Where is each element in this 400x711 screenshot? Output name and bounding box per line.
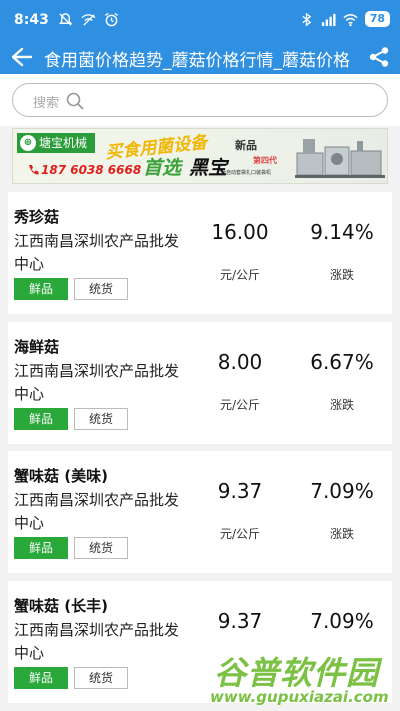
change-label: 涨跌 [329,527,354,541]
banner-new-product: 新品 [235,139,257,152]
status-time: 8:43 [14,12,49,28]
grade-tag: 统货 [74,278,128,300]
market-name: 江西南昌深圳农产品批发中心 [14,362,180,403]
status-right-icons: 78 [299,11,390,27]
fresh-tag: 鲜品 [14,408,68,430]
watermark-url: www.gupuxiazai.com [210,688,389,706]
price-value: 16.00 [211,220,269,244]
fresh-tag: 鲜品 [14,278,68,300]
mushroom-name: 秀珍菇 [14,208,60,226]
search-placeholder: 搜索 [33,96,60,111]
price-value: 9.37 [217,609,263,633]
price-unit: 元/公斤 [219,398,261,412]
mushroom-name: 蟹味菇 (美味) [14,467,108,485]
brand-name: 塘宝机械 [39,136,88,150]
price-value: 9.37 [217,479,263,503]
grade-tag: 统货 [74,537,128,559]
banner-phone: 187 6038 6668 [41,163,142,177]
price-value: 8.00 [217,350,263,374]
search-bar-container: 搜索 [0,74,400,126]
mushroom-name: 蟹味菇 (长丰) [14,597,108,615]
banner-description: 全自动套袋扎口装袋机 [221,170,272,176]
change-value: 6.67% [310,350,374,374]
machine-image [295,139,385,178]
mushroom-name: 海鲜菇 [14,338,60,356]
price-row[interactable]: 海鲜菇江西南昌深圳农产品批发中心鲜品 统货 8.00 元/公斤 6.67% 涨跌 [8,322,392,444]
market-name: 江西南昌深圳农产品批发中心 [14,491,180,532]
price-unit: 元/公斤 [219,527,261,541]
page-title: 食用菌价格趋势_蘑菇价格行情_蘑菇价格 [44,51,350,71]
brand-logo-icon: ⊕ [20,135,36,151]
banner-generation: 第四代 [253,156,277,165]
app-bar: 食用菌价格趋势_蘑菇价格行情_蘑菇价格 [0,40,400,74]
change-label: 涨跌 [329,268,354,282]
status-bar: 8:43 78 [0,0,400,40]
bluetooth-icon [302,12,312,26]
back-arrow-icon[interactable] [8,45,34,69]
price-unit: 元/公斤 [219,268,261,282]
brand-logo: ⊕ 塘宝机械 [17,133,95,153]
battery-indicator: 78 [364,11,390,27]
signal-icon [321,13,336,26]
search-input[interactable]: 搜索 [12,83,388,117]
wifi-off-icon [81,14,96,26]
status-left-icons [58,12,119,27]
price-row[interactable]: 蟹味菇 (美味) 江西南昌深圳农产品批发中心鲜品 统货 9.37 元/公斤 7.09% 涨跌 [8,451,392,573]
market-name: 江西南昌深圳农产品批发中心 [14,232,180,273]
mute-icon [58,13,73,26]
grade-tag: 统货 [74,667,128,689]
wifi-icon [343,13,358,26]
grade-tag: 统货 [74,408,128,430]
market-name: 江西南昌深圳农产品批发中心 [14,621,180,662]
change-value: 9.14% [310,220,374,244]
fresh-tag: 鲜品 [14,537,68,559]
change-value: 7.09% [310,609,374,633]
alarm-icon [105,12,118,27]
ad-banner[interactable]: ⊕ 塘宝机械 187 6038 6668 买食用菌设备 首选 黑宝 新品 第四代… [12,128,388,184]
change-value: 7.09% [310,479,374,503]
share-icon[interactable] [368,46,390,68]
banner-slogan-b: 首选 [143,157,182,179]
search-icon [66,92,84,110]
watermark: 谷普软件园 www.gupuxiazai.com [206,648,396,708]
price-row[interactable]: 秀珍菇江西南昌深圳农产品批发中心鲜品 统货 16.00 元/公斤 9.14% 涨跌 [8,192,392,314]
change-label: 涨跌 [329,398,354,412]
fresh-tag: 鲜品 [14,667,68,689]
phone-icon [29,165,39,175]
